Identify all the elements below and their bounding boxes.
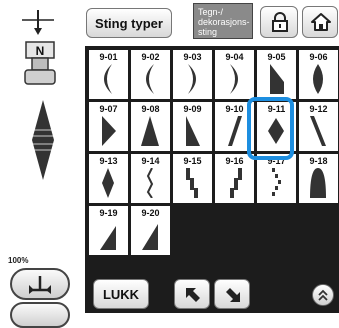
stitch-cell[interactable]: 9-17 — [257, 154, 296, 203]
stitch-pattern-icon — [272, 168, 281, 196]
stitch-width-icon — [29, 276, 51, 294]
stitch-code: 9-12 — [309, 104, 328, 114]
stitch-pattern-icon — [104, 64, 112, 94]
tab-char-line1: Tegn-/ — [198, 7, 224, 17]
stitch-start-button[interactable] — [10, 268, 70, 300]
stitch-pattern-icon — [186, 168, 198, 198]
stitch-code: 9-20 — [141, 208, 160, 218]
needle-position-icon — [22, 10, 54, 35]
stitch-code: 9-01 — [99, 52, 118, 62]
stitch-preview — [32, 100, 54, 180]
stitch-code: 9-02 — [141, 52, 160, 62]
stitch-pattern-icon — [146, 64, 154, 94]
stitch-code: 9-03 — [183, 52, 202, 62]
stitch-pattern-icon — [310, 168, 326, 198]
stitch-cell[interactable]: 9-05 — [257, 50, 296, 99]
stitch-cell[interactable]: 9-16 — [215, 154, 254, 203]
selection-highlight — [247, 97, 294, 160]
stitch-cell[interactable]: 9-15 — [173, 154, 212, 203]
stitch-code: 9-13 — [99, 156, 118, 166]
stitch-code: 9-15 — [183, 156, 202, 166]
stitch-code: 9-19 — [99, 208, 118, 218]
stitch-code: 9-07 — [99, 104, 118, 114]
stitch-pattern-icon — [228, 116, 242, 146]
home-button[interactable] — [302, 6, 338, 38]
stitch-pattern-icon — [102, 168, 114, 198]
stitch-pattern-icon — [100, 226, 116, 250]
secondary-button[interactable] — [10, 302, 70, 328]
stitch-pattern-icon — [270, 64, 284, 94]
stitch-code: 9-09 — [183, 104, 202, 114]
stitch-code: 9-14 — [141, 156, 160, 166]
stitch-code: 9-04 — [225, 52, 244, 62]
arrow-down-right-icon — [226, 288, 240, 302]
stitch-cell[interactable]: 9-01 — [89, 50, 128, 99]
stitch-pattern-icon — [186, 116, 200, 146]
stitch-cell[interactable]: 9-06 — [299, 50, 338, 99]
svg-text:N: N — [36, 44, 45, 58]
stitch-cell[interactable]: 9-09 — [173, 102, 212, 151]
tab-stitch-types[interactable]: Sting typer — [86, 8, 172, 38]
stitch-pattern-icon — [230, 64, 238, 94]
stitch-code: 9-08 — [141, 104, 160, 114]
stitch-cell[interactable]: 9-13 — [89, 154, 128, 203]
presser-foot-icon: N — [24, 41, 56, 85]
close-button[interactable]: LUKK — [93, 279, 149, 309]
stitch-cell[interactable]: 9-12 — [299, 102, 338, 151]
home-icon — [311, 13, 331, 31]
tab-char-line2: dekorasjons- — [198, 17, 250, 27]
stitch-pattern-icon — [313, 64, 323, 94]
stitch-pattern-icon — [230, 168, 242, 198]
zoom-level: 100% — [8, 256, 29, 265]
stitch-code: 9-16 — [225, 156, 244, 166]
tab-char-line3: sting — [198, 27, 218, 37]
stitch-cell[interactable]: 9-07 — [89, 102, 128, 151]
stitch-code: 9-05 — [267, 52, 286, 62]
stitch-pattern-icon — [102, 116, 116, 146]
stitch-cell[interactable]: 9-03 — [173, 50, 212, 99]
stitch-cell[interactable]: 9-18 — [299, 154, 338, 203]
arrow-up-left-icon — [186, 288, 200, 302]
stitch-code: 9-06 — [309, 52, 328, 62]
scroll-up-button[interactable] — [312, 284, 334, 306]
stitch-cell[interactable]: 9-20 — [131, 206, 170, 255]
tab-character-decorative[interactable]: Tegn-/ dekorasjons- sting — [193, 3, 253, 39]
left-panel: N 100% — [0, 0, 82, 328]
stitch-cell[interactable]: 9-02 — [131, 50, 170, 99]
stitch-cell[interactable]: 9-04 — [215, 50, 254, 99]
stitch-pattern-icon — [146, 168, 154, 198]
stitch-pattern-icon — [188, 64, 196, 94]
stitch-code: 9-18 — [309, 156, 328, 166]
next-page-button[interactable] — [214, 279, 250, 309]
lock-button[interactable] — [260, 6, 298, 38]
stitch-pattern-icon — [142, 224, 158, 250]
stitch-cell[interactable]: 9-14 — [131, 154, 170, 203]
double-chevron-up-icon — [318, 289, 328, 301]
lock-icon — [272, 12, 288, 32]
stitch-cell[interactable]: 9-19 — [89, 206, 128, 255]
stitch-pattern-icon — [141, 116, 159, 146]
stitch-pattern-icon — [310, 116, 326, 146]
prev-page-button[interactable] — [174, 279, 210, 309]
stitch-cell[interactable]: 9-08 — [131, 102, 170, 151]
